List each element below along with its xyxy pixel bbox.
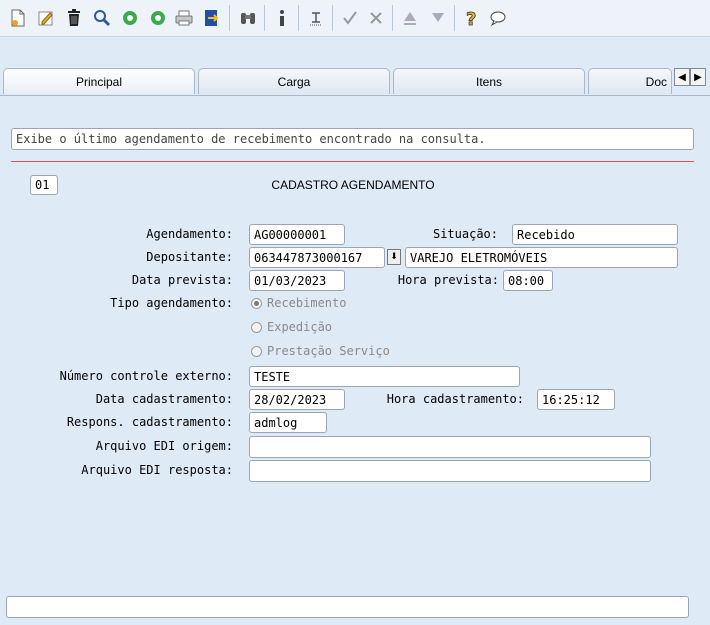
radio-label: Recebimento bbox=[267, 296, 347, 310]
code-field: 01 bbox=[30, 175, 58, 195]
down-icon[interactable] bbox=[426, 6, 450, 30]
list-icon[interactable] bbox=[304, 6, 328, 30]
tipo-agendamento-label: Tipo agendamento: bbox=[110, 296, 233, 310]
depositante-code-field[interactable]: 063447873000167 bbox=[249, 247, 385, 268]
data-prevista-field[interactable]: 01/03/2023 bbox=[249, 270, 345, 291]
chat-icon[interactable] bbox=[486, 6, 510, 30]
page-title: CADASTRO AGENDAMENTO bbox=[271, 178, 435, 192]
previous-icon[interactable] bbox=[118, 6, 142, 30]
radio-unselected-icon bbox=[251, 345, 262, 357]
radio-prestacao-servico[interactable]: Prestação Serviço bbox=[251, 344, 390, 358]
up-icon[interactable] bbox=[398, 6, 422, 30]
radio-unselected-icon bbox=[251, 321, 262, 333]
radio-selected-icon bbox=[251, 297, 262, 309]
delete-icon[interactable] bbox=[62, 6, 86, 30]
edi-resposta-label: Arquivo EDI resposta: bbox=[81, 463, 233, 477]
divider bbox=[11, 161, 694, 162]
binoculars-icon[interactable] bbox=[236, 6, 260, 30]
tab-scroll-right-icon[interactable]: ▶ bbox=[690, 68, 706, 86]
hora-prevista-field[interactable]: 08:00 bbox=[503, 270, 553, 291]
agendamento-label: Agendamento: bbox=[146, 227, 233, 241]
cancel-icon[interactable] bbox=[364, 6, 388, 30]
respons-cadastramento-label: Respons. cadastramento: bbox=[66, 415, 233, 429]
status-bar bbox=[6, 596, 689, 618]
radio-recebimento[interactable]: Recebimento bbox=[251, 296, 346, 310]
numero-controle-field[interactable]: TESTE bbox=[249, 366, 520, 387]
tab-itens[interactable]: Itens bbox=[393, 68, 585, 94]
data-cadastramento-label: Data cadastramento: bbox=[95, 392, 233, 406]
edit-icon[interactable] bbox=[34, 6, 58, 30]
edi-resposta-field[interactable] bbox=[249, 460, 651, 482]
depositante-lookup-icon[interactable]: ⬇ bbox=[387, 249, 401, 265]
radio-expedicao[interactable]: Expedição bbox=[251, 320, 332, 334]
data-cadastramento-field[interactable]: 28/02/2023 bbox=[249, 389, 345, 410]
new-icon[interactable] bbox=[6, 6, 30, 30]
edi-origem-label: Arquivo EDI origem: bbox=[95, 439, 233, 453]
next-icon[interactable] bbox=[146, 6, 170, 30]
radio-label: Prestação Serviço bbox=[267, 344, 390, 358]
tab-bar: Principal Carga Itens Doc ◀ ▶ bbox=[0, 67, 710, 95]
exit-icon[interactable] bbox=[200, 6, 224, 30]
tab-scroll-left-icon[interactable]: ◀ bbox=[674, 68, 690, 86]
tab-principal[interactable]: Principal bbox=[3, 68, 195, 94]
info-icon[interactable] bbox=[270, 6, 294, 30]
hora-prevista-label: Hora prevista: bbox=[397, 273, 499, 287]
situacao-field[interactable]: Recebido bbox=[512, 224, 678, 245]
depositante-name-field[interactable]: VAREJO ELETROMÓVEIS bbox=[405, 247, 678, 268]
help-icon[interactable]: ? bbox=[460, 6, 484, 30]
respons-cadastramento-field[interactable]: admlog bbox=[249, 412, 327, 433]
hora-cadastramento-field[interactable]: 16:25:12 bbox=[537, 389, 615, 410]
tab-carga[interactable]: Carga bbox=[198, 68, 390, 94]
agendamento-field[interactable]: AG00000001 bbox=[249, 224, 345, 245]
message-field: Exibe o último agendamento de recebiment… bbox=[11, 128, 694, 150]
tab-doc[interactable]: Doc bbox=[588, 68, 672, 94]
svg-text:?: ? bbox=[466, 9, 476, 28]
edi-origem-field[interactable] bbox=[249, 436, 651, 458]
confirm-icon[interactable] bbox=[338, 6, 362, 30]
situacao-label: Situação: bbox=[432, 227, 498, 241]
numero-controle-label: Número controle externo: bbox=[59, 369, 233, 383]
radio-label: Expedição bbox=[267, 320, 333, 334]
hora-cadastramento-label: Hora cadastramento: bbox=[386, 392, 524, 406]
data-prevista-label: Data prevista: bbox=[131, 273, 233, 287]
print-icon[interactable] bbox=[172, 6, 196, 30]
toolbar: ? bbox=[0, 0, 710, 37]
depositante-label: Depositante: bbox=[146, 250, 233, 264]
search-icon[interactable] bbox=[90, 6, 114, 30]
